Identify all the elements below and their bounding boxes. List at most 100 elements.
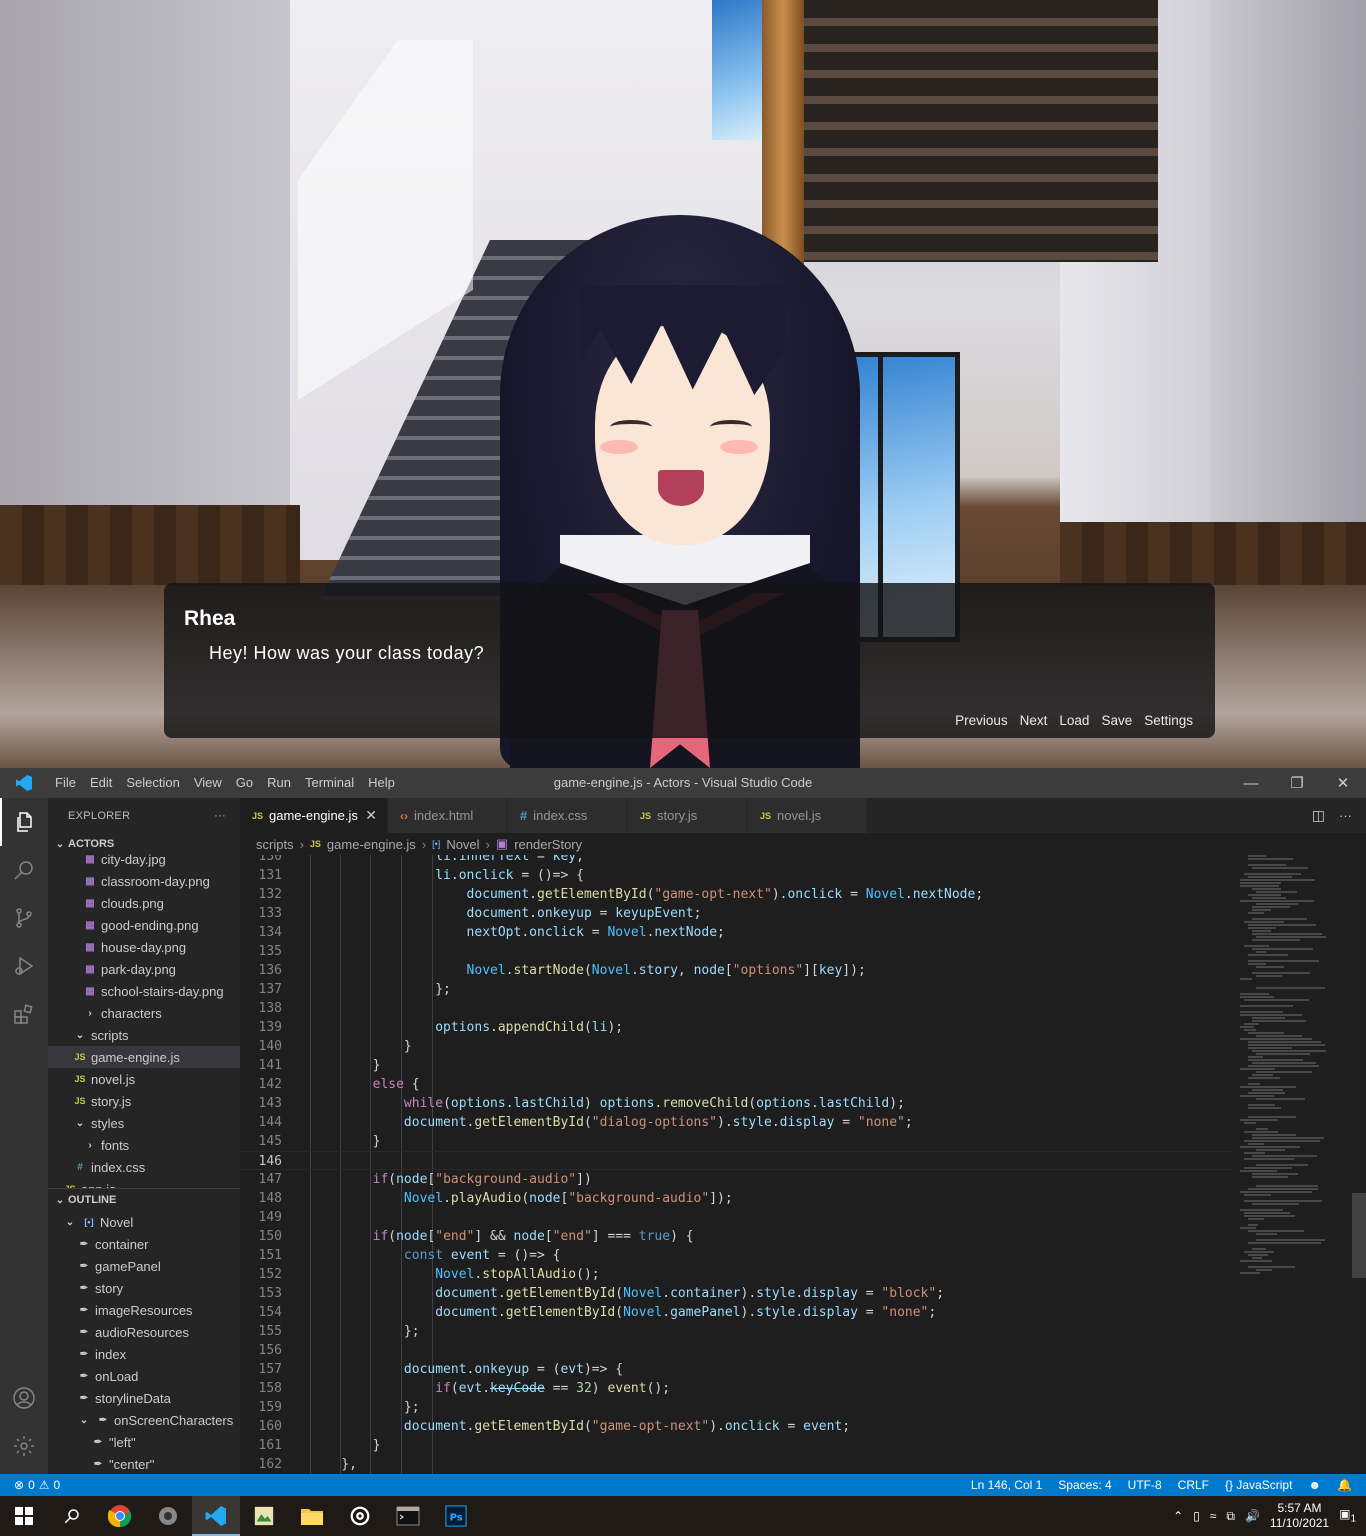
- menu-selection[interactable]: Selection: [119, 768, 186, 798]
- code-line[interactable]: 151 const event = ()=> {: [240, 1246, 1232, 1265]
- breadcrumb-item[interactable]: Novel: [446, 837, 479, 852]
- editor-scrollbar-thumb[interactable]: [1352, 1193, 1366, 1278]
- code-line[interactable]: 161 }: [240, 1436, 1232, 1455]
- code-line[interactable]: 157 document.onkeyup = (evt)=> {: [240, 1360, 1232, 1379]
- code-editor[interactable]: 130 li.innerText = key; 131 li.onclick = …: [240, 855, 1232, 1474]
- breadcrumb-item[interactable]: game-engine.js: [327, 837, 416, 852]
- tab-story-js[interactable]: JS story.js: [628, 798, 748, 833]
- menu-run[interactable]: Run: [260, 768, 298, 798]
- file-tree-item[interactable]: ▦ house-day.png: [48, 936, 240, 958]
- extensions-icon[interactable]: [0, 990, 48, 1038]
- file-tree-item[interactable]: › fonts: [48, 1134, 240, 1156]
- outline-item[interactable]: ⌄ ✒ onScreenCharacters: [48, 1409, 240, 1431]
- code-line[interactable]: 132 document.getElementById("game-opt-ne…: [240, 885, 1232, 904]
- photoshop-icon[interactable]: Ps: [432, 1496, 480, 1536]
- sd-app-icon[interactable]: [144, 1496, 192, 1536]
- file-tree-item[interactable]: ▦ city-day.jpg: [48, 848, 240, 870]
- outline-header[interactable]: ⌄ OUTLINE: [48, 1189, 240, 1211]
- code-line[interactable]: 146: [240, 1151, 1232, 1170]
- code-line[interactable]: 134 nextOpt.onclick = Novel.nextNode;: [240, 923, 1232, 942]
- outline-item[interactable]: ✒ gamePanel: [48, 1255, 240, 1277]
- tab-novel-js[interactable]: JS novel.js: [748, 798, 868, 833]
- search-icon[interactable]: [0, 846, 48, 894]
- code-line[interactable]: 139 options.appendChild(li);: [240, 1018, 1232, 1037]
- split-editor-icon[interactable]: ◫: [1312, 807, 1325, 824]
- source-control-icon[interactable]: [0, 894, 48, 942]
- menu-help[interactable]: Help: [361, 768, 402, 798]
- wifi-icon[interactable]: ⧉: [1226, 1509, 1235, 1524]
- outline-item[interactable]: ✒ index: [48, 1343, 240, 1365]
- terminal-icon[interactable]: [384, 1496, 432, 1536]
- code-line[interactable]: 131 li.onclick = ()=> {: [240, 866, 1232, 885]
- file-tree-item[interactable]: ▦ school-stairs-day.png: [48, 980, 240, 1002]
- restore-icon[interactable]: ❐: [1274, 768, 1320, 798]
- tab-game-engine-js[interactable]: JS game-engine.js ✕: [240, 798, 388, 833]
- battery-icon[interactable]: ▯: [1193, 1509, 1200, 1523]
- file-tree-item[interactable]: ▦ clouds.png: [48, 892, 240, 914]
- more-actions-icon[interactable]: ···: [1339, 808, 1352, 823]
- code-line[interactable]: 133 document.onkeyup = keyupEvent;: [240, 904, 1232, 923]
- code-line[interactable]: 142 else {: [240, 1075, 1232, 1094]
- code-line[interactable]: 150 if(node["end"] && node["end"] === tr…: [240, 1227, 1232, 1246]
- outline-item[interactable]: ✒ imageResources: [48, 1299, 240, 1321]
- code-line[interactable]: 140 }: [240, 1037, 1232, 1056]
- code-line[interactable]: 160 document.getElementById("game-opt-ne…: [240, 1417, 1232, 1436]
- notification-icon[interactable]: ▣1: [1339, 1507, 1356, 1524]
- save-button[interactable]: Save: [1101, 713, 1132, 728]
- outline-item[interactable]: ✒ storylineData: [48, 1387, 240, 1409]
- indentation[interactable]: Spaces: 4: [1058, 1478, 1111, 1492]
- code-line[interactable]: 130 li.innerText = key;: [240, 855, 1232, 866]
- file-tree-item[interactable]: ▦ good-ending.png: [48, 914, 240, 936]
- menu-file[interactable]: File: [48, 768, 83, 798]
- language-mode[interactable]: {} JavaScript: [1225, 1478, 1292, 1492]
- image-editor-icon[interactable]: [240, 1496, 288, 1536]
- editor-scrollbar-track[interactable]: [1352, 855, 1366, 1474]
- outline-item[interactable]: ✒ audioResources: [48, 1321, 240, 1343]
- more-actions-icon[interactable]: ···: [214, 810, 226, 822]
- file-tree-item[interactable]: ⌄ styles: [48, 1112, 240, 1134]
- outline-item[interactable]: ✒ onLoad: [48, 1365, 240, 1387]
- menu-edit[interactable]: Edit: [83, 768, 119, 798]
- search-icon[interactable]: [48, 1496, 96, 1536]
- breadcrumb-item[interactable]: scripts: [256, 837, 294, 852]
- outline-item[interactable]: ✒ "left": [48, 1431, 240, 1453]
- outline-item[interactable]: ✒ story: [48, 1277, 240, 1299]
- media-app-icon[interactable]: [336, 1496, 384, 1536]
- code-line[interactable]: 143 while(options.lastChild) options.rem…: [240, 1094, 1232, 1113]
- encoding[interactable]: UTF-8: [1128, 1478, 1162, 1492]
- code-line[interactable]: 138: [240, 999, 1232, 1018]
- code-line[interactable]: 136 Novel.startNode(Novel.story, node["o…: [240, 961, 1232, 980]
- network-icon[interactable]: ≈: [1210, 1509, 1217, 1523]
- feedback-icon[interactable]: ☻: [1308, 1478, 1321, 1492]
- start-icon[interactable]: [0, 1496, 48, 1536]
- volume-icon[interactable]: 🔊: [1245, 1509, 1260, 1523]
- code-line[interactable]: 141 }: [240, 1056, 1232, 1075]
- chevron-up-icon[interactable]: ⌃: [1173, 1509, 1183, 1523]
- file-tree-item[interactable]: # index.css: [48, 1156, 240, 1178]
- tab-index-html[interactable]: ‹› index.html: [388, 798, 508, 833]
- outline-item[interactable]: ⌄ [•] Novel: [48, 1211, 240, 1233]
- problems-indicator[interactable]: ⊗ 0 ⚠ 0: [0, 1478, 60, 1492]
- file-tree-item[interactable]: JS story.js: [48, 1090, 240, 1112]
- file-tree-item[interactable]: JS novel.js: [48, 1068, 240, 1090]
- vscode-taskbar-icon[interactable]: [192, 1496, 240, 1536]
- code-line[interactable]: 158 if(evt.keyCode == 32) event();: [240, 1379, 1232, 1398]
- file-tree-item[interactable]: ▦ park-day.png: [48, 958, 240, 980]
- menu-view[interactable]: View: [187, 768, 229, 798]
- close-icon[interactable]: ✕: [1320, 768, 1366, 798]
- code-line[interactable]: 145 }: [240, 1132, 1232, 1151]
- code-line[interactable]: 155 };: [240, 1322, 1232, 1341]
- file-tree-item[interactable]: ⌄ scripts: [48, 1024, 240, 1046]
- outline-item[interactable]: ✒ container: [48, 1233, 240, 1255]
- file-tree-item[interactable]: JSapp.js: [48, 1178, 240, 1189]
- code-line[interactable]: 149: [240, 1208, 1232, 1227]
- run-debug-icon[interactable]: [0, 942, 48, 990]
- previous-button[interactable]: Previous: [955, 713, 1008, 728]
- close-icon[interactable]: ✕: [365, 807, 377, 824]
- code-line[interactable]: 152 Novel.stopAllAudio();: [240, 1265, 1232, 1284]
- file-tree-item[interactable]: JS game-engine.js: [48, 1046, 240, 1068]
- minimap[interactable]: [1232, 855, 1352, 1474]
- breadcrumb-item[interactable]: renderStory: [514, 837, 582, 852]
- code-line[interactable]: 137 };: [240, 980, 1232, 999]
- code-line[interactable]: 156: [240, 1341, 1232, 1360]
